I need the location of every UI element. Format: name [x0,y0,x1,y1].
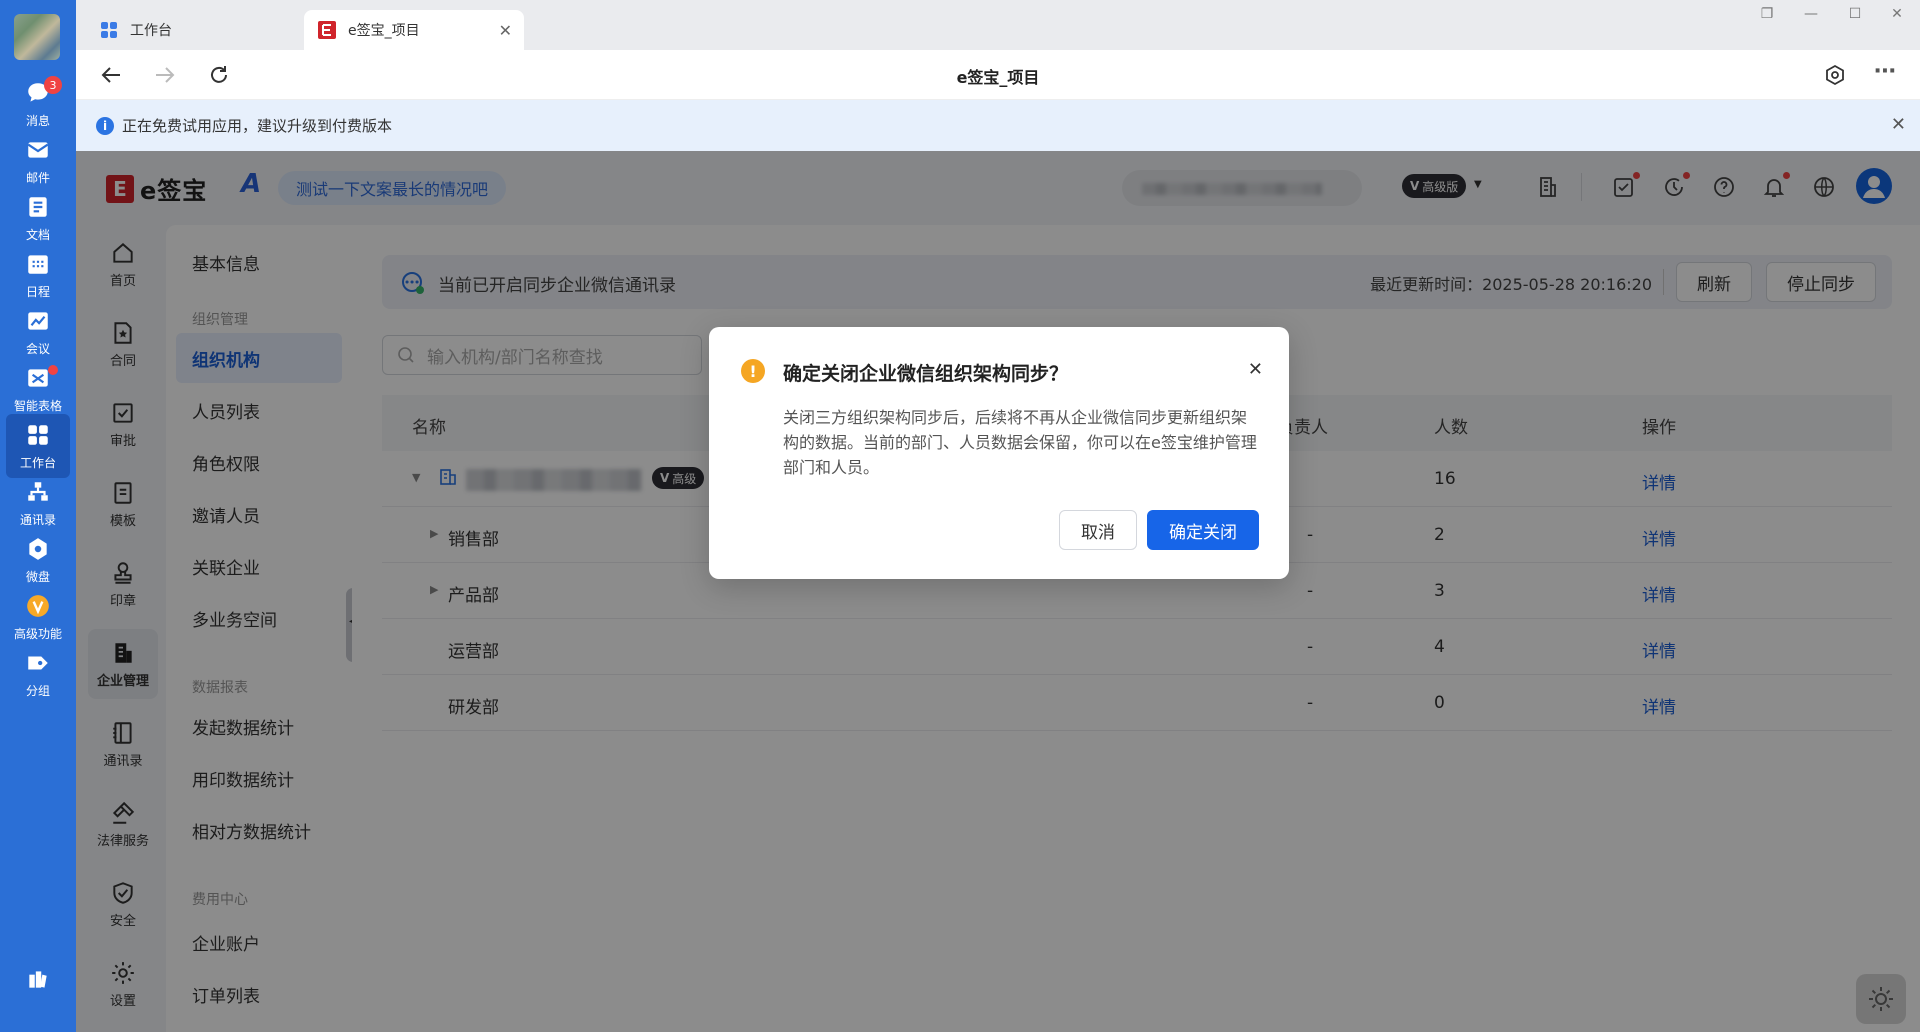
workbench-icon [100,21,118,39]
rail-item-mail[interactable]: 邮件 [6,129,70,193]
close-icon[interactable]: ✕ [1248,359,1263,380]
rail-item-group[interactable]: 分组 [6,642,70,706]
rail-label: 高级功能 [13,626,62,641]
rail-label: 会议 [25,341,50,356]
workbench-icon [28,424,48,445]
close-notice-icon[interactable]: ✕ [1891,114,1906,135]
dialog-body: 关闭三方组织架构同步后，后续将不再从企业微信同步更新组织架构的数据。当前的部门、… [783,408,1257,477]
tab-esign-project[interactable]: e签宝_项目 ✕ [304,10,524,50]
close-tab-icon[interactable]: ✕ [499,21,512,40]
rail-more[interactable] [6,950,70,1014]
tab-strip: 工作台 e签宝_项目 ✕ ❐ — ☐ ✕ [76,0,1920,50]
rail-label: 工作台 [19,455,56,470]
dialog-title: 确定关闭企业微信组织架构同步？ [783,363,1069,385]
esign-logo-icon [318,21,336,39]
rail-item-drive[interactable]: 微盘 [6,528,70,592]
meeting-icon [28,311,48,330]
close-window-icon[interactable]: ✕ [1884,6,1910,22]
rail-item-calendar[interactable]: 日程 [6,243,70,307]
more-icon[interactable]: ⋯ [1872,58,1898,84]
org-icon [28,481,48,501]
wecom-rail: 消息 3 邮件 文档 日程 会议 智能表格 工作台 通讯录 微盘 高级功能 分组 [0,0,76,1032]
tab-label: 工作台 [130,23,172,39]
warning-icon: ! [741,359,765,383]
rail-label: 邮件 [25,170,50,185]
mail-icon [27,141,49,158]
confirm-stop-sync-dialog: ! 确定关闭企业微信组织架构同步？ ✕ 关闭三方组织架构同步后，后续将不再从企业… [709,327,1289,579]
rail-item-docs[interactable]: 文档 [6,186,70,250]
rail-item-messages[interactable]: 消息 3 [6,72,70,136]
rail-item-workbench[interactable]: 工作台 [6,414,70,478]
notification-dot [48,365,58,375]
rail-label: 分组 [25,683,50,698]
nav-bar: e签宝_项目 ⋯ [76,50,1920,100]
rail-label: 通讯录 [19,512,56,527]
rail-item-contacts[interactable]: 通讯录 [6,471,70,535]
rail-item-premium[interactable]: 高级功能 [6,585,70,649]
cancel-button[interactable]: 取消 [1059,510,1137,550]
rail-label: 智能表格 [13,398,62,413]
premium-icon [27,594,49,617]
rail-label: 日程 [25,284,50,299]
unread-badge: 3 [44,76,62,94]
confirm-close-button[interactable]: 确定关闭 [1147,510,1259,550]
drive-icon [29,537,47,560]
page-title: e签宝_项目 [956,68,1040,87]
info-icon: i [96,116,114,135]
calendar-icon [28,254,48,274]
minimize-icon[interactable]: — [1798,6,1824,22]
trial-notice: i 正在免费试用应用，建议升级到付费版本 ✕ [76,100,1920,151]
tab-label: e签宝_项目 [348,23,420,39]
settings-hex-icon[interactable] [1822,62,1848,88]
rail-item-smart-table[interactable]: 智能表格 [6,357,70,421]
rail-label: 文档 [25,227,50,242]
modal-backdrop[interactable] [76,151,1920,1032]
doc-icon [29,196,47,217]
rail-label: 微盘 [25,569,50,584]
restore-window-icon[interactable]: ❐ [1754,6,1780,22]
rail-label: 消息 [25,113,50,128]
bookshelf-icon [29,971,47,988]
rail-item-meeting[interactable]: 会议 [6,300,70,364]
avatar[interactable] [14,14,60,60]
tag-icon [28,656,48,669]
trial-text: 正在免费试用应用，建议升级到付费版本 [122,117,393,135]
tab-workbench[interactable]: 工作台 [86,10,246,50]
maximize-icon[interactable]: ☐ [1842,6,1868,22]
